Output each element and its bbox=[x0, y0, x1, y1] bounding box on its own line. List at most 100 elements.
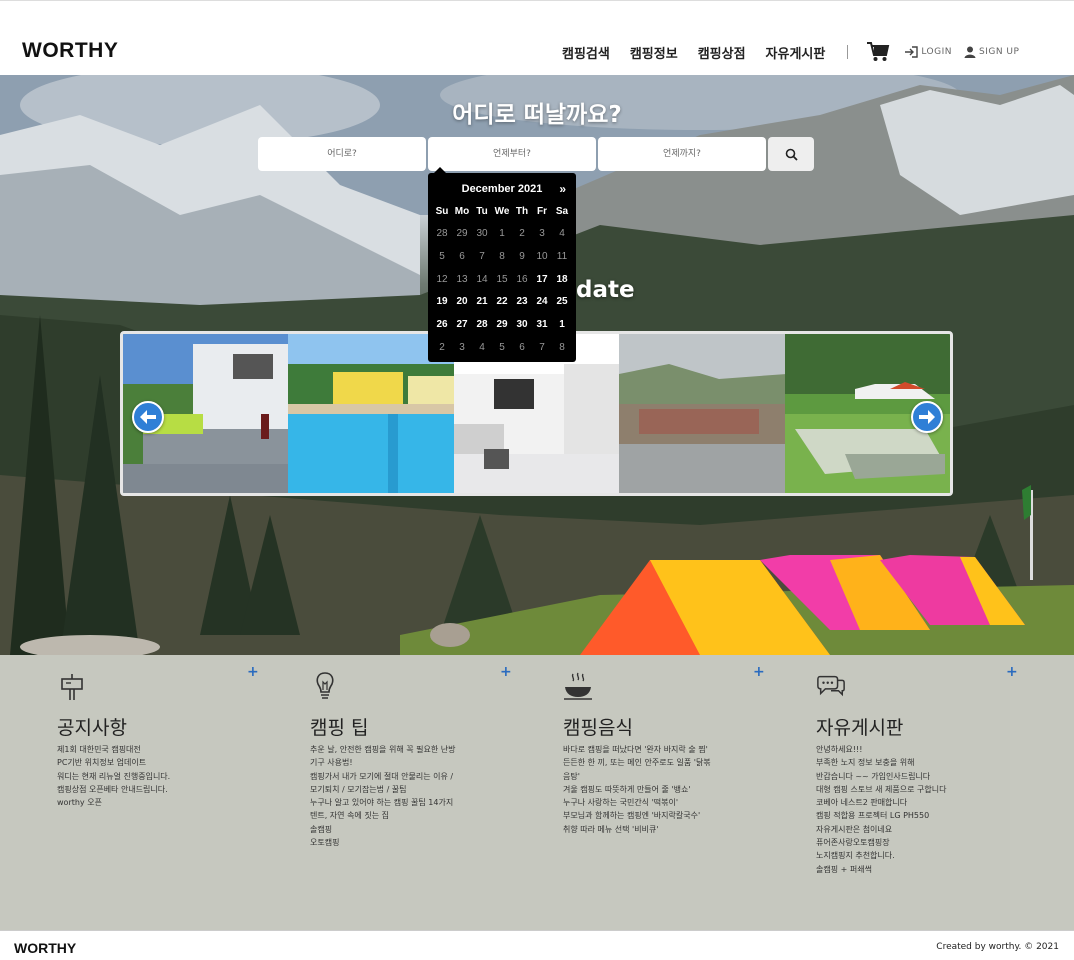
search-button[interactable] bbox=[768, 137, 814, 171]
datepicker-day[interactable]: 29 bbox=[452, 223, 472, 246]
datepicker-day[interactable]: 28 bbox=[472, 314, 492, 337]
datepicker-day[interactable]: 7 bbox=[472, 246, 492, 269]
nav-free-board[interactable]: 자유게시판 bbox=[766, 43, 826, 62]
datepicker-day[interactable]: 6 bbox=[452, 246, 472, 269]
list-item[interactable]: 대형 캠핑 스토브 새 제품으로 구합니다 bbox=[816, 783, 1026, 796]
list-item[interactable]: 오토캠핑 bbox=[310, 836, 520, 849]
datepicker-day[interactable]: 26 bbox=[432, 314, 452, 337]
datepicker-day[interactable]: 11 bbox=[552, 246, 572, 269]
list-item[interactable]: 자유게시판은 첨이네요 bbox=[816, 823, 1026, 836]
carousel-next-button[interactable] bbox=[911, 401, 943, 433]
board-list: 안녕하세요!!! 부족한 노지 정보 보충을 위해 반갑습니다 ~~ 가입인사드… bbox=[816, 743, 1026, 876]
destination-input[interactable]: 어디로? bbox=[258, 137, 426, 171]
list-item[interactable]: 바다로 캠핑을 떠났다면 '완자 바지락 술 찜' bbox=[563, 743, 773, 756]
datepicker-day[interactable]: 14 bbox=[472, 269, 492, 292]
list-item[interactable]: 텐트, 자연 속에 짓는 집 bbox=[310, 809, 520, 822]
datepicker-day[interactable]: 31 bbox=[532, 314, 552, 337]
food-more-button[interactable]: + bbox=[753, 664, 765, 680]
datepicker-day[interactable]: 30 bbox=[472, 223, 492, 246]
list-item[interactable]: PC기반 위치정보 업데이트 bbox=[57, 756, 267, 769]
list-item[interactable]: 겨울 캠핑도 따뜻하게 만들어 줄 '뱅쇼' bbox=[563, 783, 773, 796]
list-item[interactable]: 캠핑가서 내가 모기에 절대 안물리는 이유 / bbox=[310, 770, 520, 783]
list-item[interactable]: worthy 오픈 bbox=[57, 796, 267, 809]
list-item[interactable]: 노지캠핑지 추천합니다. bbox=[816, 849, 1026, 862]
list-item[interactable]: 부모님과 함께하는 캠핑엔 '바지락칼국수' bbox=[563, 809, 773, 822]
datepicker-day[interactable]: 20 bbox=[452, 291, 472, 314]
weekday-header: We bbox=[494, 206, 510, 217]
list-item[interactable]: 누구나 알고 있어야 하는 캠핑 꿀팁 14가지 bbox=[310, 796, 520, 809]
list-item[interactable]: 누구나 사랑하는 국민간식 '떡볶이' bbox=[563, 796, 773, 809]
list-item[interactable]: 반갑습니다 ~~ 가입인사드립니다 bbox=[816, 770, 1026, 783]
datepicker-day[interactable]: 21 bbox=[472, 291, 492, 314]
signup-link[interactable]: SIGN UP bbox=[964, 46, 1019, 58]
datepicker-day[interactable]: 2 bbox=[512, 223, 532, 246]
start-date-input[interactable]: 언제부터? bbox=[428, 137, 596, 171]
datepicker-day[interactable]: 1 bbox=[552, 314, 572, 337]
list-item[interactable]: 솔캠핑 bbox=[310, 823, 520, 836]
board-title: 자유게시판 bbox=[816, 717, 904, 739]
list-item[interactable]: 모기퇴치 / 모기잡는법 / 꿀팁 bbox=[310, 783, 520, 796]
list-item[interactable]: 코베아 네스트2 판매합니다 bbox=[816, 796, 1026, 809]
datepicker-next-button[interactable]: » bbox=[559, 182, 566, 196]
list-item[interactable]: 음탕' bbox=[563, 770, 773, 783]
datepicker-day[interactable]: 10 bbox=[532, 246, 552, 269]
datepicker-day[interactable]: 13 bbox=[452, 269, 472, 292]
footer-copyright: Created by worthy. © 2021 bbox=[936, 942, 1059, 952]
datepicker-day[interactable]: 29 bbox=[492, 314, 512, 337]
signpost-icon bbox=[61, 674, 83, 700]
tips-more-button[interactable]: + bbox=[500, 664, 512, 680]
datepicker-day[interactable]: 19 bbox=[432, 291, 452, 314]
datepicker-day[interactable]: 22 bbox=[492, 291, 512, 314]
datepicker-day[interactable]: 4 bbox=[552, 223, 572, 246]
datepicker-day[interactable]: 18 bbox=[552, 269, 572, 292]
list-item[interactable]: 워디는 현재 리뉴얼 진행중입니다. bbox=[57, 770, 267, 783]
list-item[interactable]: 기구 사용법! bbox=[310, 756, 520, 769]
datepicker-day[interactable]: 12 bbox=[432, 269, 452, 292]
datepicker-day[interactable]: 3 bbox=[532, 223, 552, 246]
datepicker-day[interactable]: 16 bbox=[512, 269, 532, 292]
datepicker-day[interactable]: 27 bbox=[452, 314, 472, 337]
lightbulb-icon bbox=[316, 672, 334, 699]
datepicker-day[interactable]: 1 bbox=[492, 223, 512, 246]
datepicker-day[interactable]: 25 bbox=[552, 291, 572, 314]
datepicker-day[interactable]: 17 bbox=[532, 269, 552, 292]
list-item[interactable]: 캠핑 적합용 프로젝터 LG PH550 bbox=[816, 809, 1026, 822]
nav-divider bbox=[847, 45, 849, 59]
datepicker-day[interactable]: 4 bbox=[472, 337, 492, 360]
site-logo[interactable]: WORTHY bbox=[22, 39, 118, 63]
login-link[interactable]: LOGIN bbox=[904, 46, 952, 58]
cart-icon[interactable] bbox=[866, 41, 890, 63]
datepicker-day[interactable]: 8 bbox=[492, 246, 512, 269]
carousel-prev-button[interactable] bbox=[132, 401, 164, 433]
nav-camping-search[interactable]: 캠핑검색 bbox=[562, 43, 610, 62]
list-item[interactable]: 퓨어존사랑오토캠핑장 bbox=[816, 836, 1026, 849]
datepicker-day[interactable]: 5 bbox=[432, 246, 452, 269]
list-item[interactable]: 캠핑상점 오픈베타 안내드립니다. bbox=[57, 783, 267, 796]
board-more-button[interactable]: + bbox=[1006, 664, 1018, 680]
datepicker-day[interactable]: 6 bbox=[512, 337, 532, 360]
list-item[interactable]: 추운 날, 안전한 캠핑을 위해 꼭 필요한 난방 bbox=[310, 743, 520, 756]
datepicker-day[interactable]: 8 bbox=[552, 337, 572, 360]
notice-more-button[interactable]: + bbox=[247, 664, 259, 680]
datepicker-day[interactable]: 7 bbox=[532, 337, 552, 360]
datepicker-day[interactable]: 23 bbox=[512, 291, 532, 314]
list-item[interactable]: 제1회 대한민국 캠핑대전 bbox=[57, 743, 267, 756]
list-item[interactable]: 부족한 노지 정보 보충을 위해 bbox=[816, 756, 1026, 769]
nav-camping-info[interactable]: 캠핑정보 bbox=[630, 43, 678, 62]
site-footer: WORTHY Created by worthy. © 2021 bbox=[0, 930, 1074, 960]
datepicker-day[interactable]: 5 bbox=[492, 337, 512, 360]
datepicker-day[interactable]: 28 bbox=[432, 223, 452, 246]
datepicker-day[interactable]: 3 bbox=[452, 337, 472, 360]
datepicker-day[interactable]: 15 bbox=[492, 269, 512, 292]
datepicker-day[interactable]: 2 bbox=[432, 337, 452, 360]
nav-camping-store[interactable]: 캠핑상점 bbox=[698, 43, 746, 62]
list-item[interactable]: 안녕하세요!!! bbox=[816, 743, 1026, 756]
datepicker-day[interactable]: 9 bbox=[512, 246, 532, 269]
carousel-slide-lakeside[interactable] bbox=[619, 334, 785, 493]
list-item[interactable]: 취향 따라 메뉴 선택 '비비큐' bbox=[563, 823, 773, 836]
end-date-input[interactable]: 언제까지? bbox=[598, 137, 766, 171]
list-item[interactable]: 든든한 한 끼, 또는 메인 안주로도 일품 '닭볶 bbox=[563, 756, 773, 769]
datepicker-day[interactable]: 30 bbox=[512, 314, 532, 337]
datepicker-day[interactable]: 24 bbox=[532, 291, 552, 314]
list-item[interactable]: 솔캠핑 + 퍼쇄썩 bbox=[816, 863, 1026, 876]
